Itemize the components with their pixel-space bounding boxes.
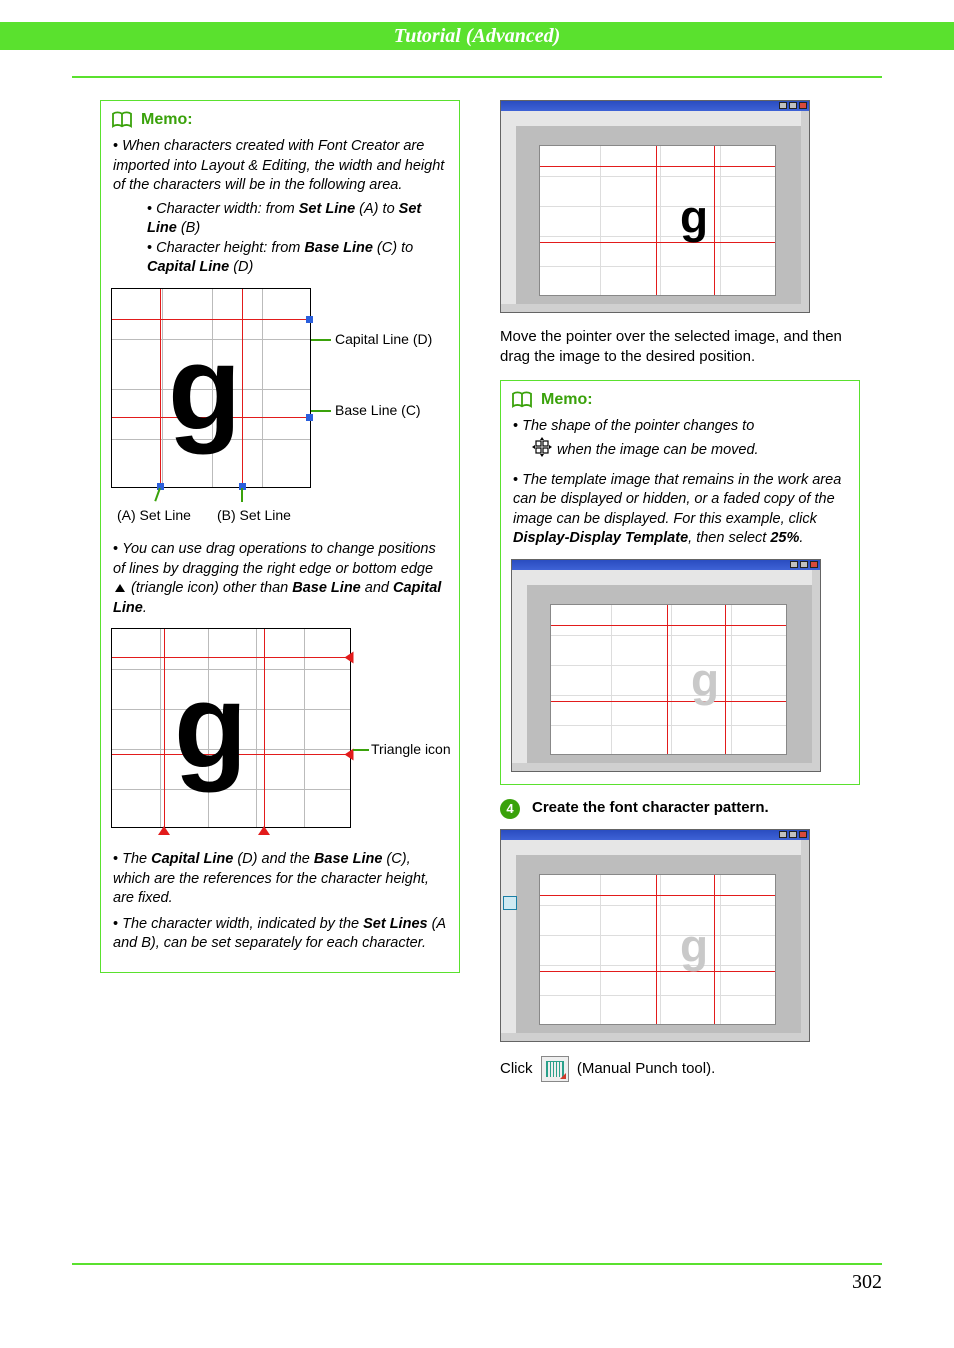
move-cursor-icon xyxy=(531,436,553,465)
t: Display-Display Template xyxy=(513,530,688,546)
label-triangle-icon: Triangle icon xyxy=(371,740,451,759)
diagram-grid-1: g xyxy=(111,288,311,488)
memo-para-4: The character width, indicated by the Se… xyxy=(113,915,449,954)
triangle-marker-left xyxy=(158,826,170,835)
manual-punch-tool-icon xyxy=(541,1056,569,1082)
app-screenshot-2: g xyxy=(511,559,821,772)
t: Base Line xyxy=(314,851,383,867)
t: Character height: from xyxy=(156,240,304,256)
glyph-g-2: g xyxy=(174,645,247,807)
memo-p1-text: When characters created with Font Creato… xyxy=(113,138,444,193)
page-number: 302 xyxy=(852,1271,882,1293)
page-footer: 302 xyxy=(72,1263,882,1294)
t: . xyxy=(143,600,147,616)
diagram-grid-2: g xyxy=(111,628,351,828)
diagram-triangle: g Triangle icon xyxy=(111,628,449,838)
t: when the image can be moved. xyxy=(557,442,759,458)
t: Base Line xyxy=(292,580,361,596)
memo-title-right: Memo: xyxy=(541,391,593,409)
diagram-lines: g Capital Line (D) Base Line (C) (A) Set… xyxy=(111,288,449,528)
t: (Manual Punch tool). xyxy=(577,1060,715,1077)
memo-para-2: You can use drag operations to change po… xyxy=(113,540,449,618)
memo-para-3: The Capital Line (D) and the Base Line (… xyxy=(113,850,449,909)
page-header: Tutorial (Advanced) xyxy=(0,22,954,50)
memo-header: Memo: xyxy=(111,111,449,129)
t: 25% xyxy=(770,530,799,546)
memo-body-left: When characters created with Font Creato… xyxy=(111,137,449,954)
book-icon xyxy=(111,111,133,129)
triangle-icon-inline xyxy=(115,584,125,592)
t: Capital Line xyxy=(147,259,229,275)
memo-sub-width: Character width: from Set Line (A) to Se… xyxy=(147,200,449,239)
t: Set Lines xyxy=(363,916,427,932)
t: . xyxy=(799,530,803,546)
t: The shape of the pointer changes to xyxy=(522,418,754,434)
move-pointer-text: Move the pointer over the selected image… xyxy=(500,327,860,368)
triangle-marker-right xyxy=(258,826,270,835)
glyph-g: g xyxy=(168,307,241,469)
memo-para-1: When characters created with Font Creato… xyxy=(113,137,449,278)
memo-title: Memo: xyxy=(141,111,193,129)
memo-r-p1: The shape of the pointer changes to when… xyxy=(513,417,849,465)
memo-box-right: Memo: The shape of the pointer changes t… xyxy=(500,380,860,785)
step-4-text: Create the font character pattern. xyxy=(532,799,769,816)
left-column: Memo: When characters created with Font … xyxy=(100,100,460,1094)
memo-sub-height: Character height: from Base Line (C) to … xyxy=(147,239,449,278)
page-header-title: Tutorial (Advanced) xyxy=(394,25,560,47)
t: and xyxy=(361,580,393,596)
label-set-a: (A) Set Line xyxy=(117,506,191,525)
t: , then select xyxy=(688,530,770,546)
t: (A) to xyxy=(355,201,399,217)
t: The xyxy=(122,851,151,867)
t: Capital Line xyxy=(151,851,233,867)
t: The template image that remains in the w… xyxy=(513,472,841,527)
label-capital-line: Capital Line (D) xyxy=(335,330,432,349)
book-icon xyxy=(511,391,533,409)
memo-box-left: Memo: When characters created with Font … xyxy=(100,100,460,973)
app-screenshot-1: g xyxy=(500,100,810,313)
t: (D) and the xyxy=(233,851,314,867)
label-set-b: (B) Set Line xyxy=(217,506,291,525)
memo-r-p2: The template image that remains in the w… xyxy=(513,471,849,549)
triangle-marker-top xyxy=(345,652,354,664)
app-screenshot-3: g xyxy=(500,829,810,1042)
t: (D) xyxy=(229,259,253,275)
right-column: g Move the pointer over the selected ima… xyxy=(500,100,860,1094)
t: Character width: from xyxy=(156,201,299,217)
t: Set Line xyxy=(299,201,355,217)
t: Base Line xyxy=(304,240,373,256)
content-area: Memo: When characters created with Font … xyxy=(100,100,860,1094)
t: (triangle icon) other than xyxy=(127,580,292,596)
t: The character width, indicated by the xyxy=(122,916,363,932)
t: (C) to xyxy=(373,240,413,256)
manual-punch-highlight-icon xyxy=(503,896,517,910)
step-badge-4: 4 xyxy=(500,799,520,819)
step-4-row: 4 Create the font character pattern. xyxy=(500,799,860,819)
memo-body-right: The shape of the pointer changes to when… xyxy=(511,417,849,772)
click-instruction: Click (Manual Punch tool). xyxy=(500,1056,860,1082)
t: Click xyxy=(500,1060,537,1077)
t: You can use drag operations to change po… xyxy=(113,541,436,577)
header-rule xyxy=(72,76,882,78)
t: (B) xyxy=(177,220,200,236)
label-base-line: Base Line (C) xyxy=(335,401,421,420)
